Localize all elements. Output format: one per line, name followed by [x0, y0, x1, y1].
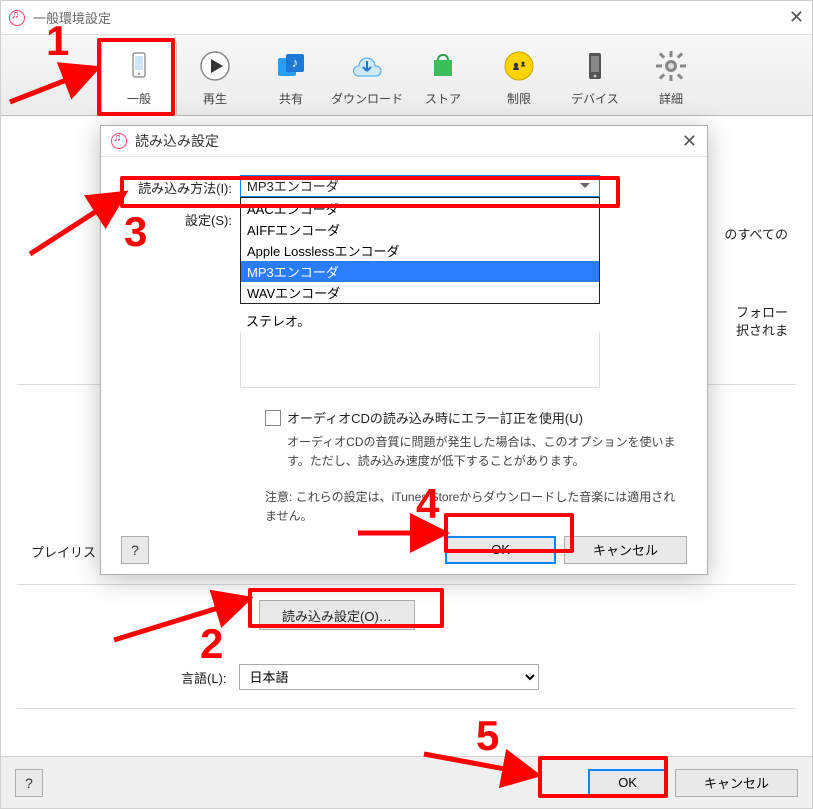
cancel-button[interactable]: キャンセル — [675, 769, 798, 797]
tab-playback-label: 再生 — [177, 90, 253, 107]
language-row: 言語(L): 日本語 — [181, 664, 539, 690]
window-close-button[interactable]: ✕ — [789, 7, 804, 28]
import-method-select-wrap: MP3エンコーダ AACエンコーダ AIFFエンコーダ Apple Lossle… — [240, 175, 683, 197]
main-footer: ? OK キャンセル — [1, 756, 812, 808]
import-method-label: 読み込み方法(I): — [125, 175, 240, 197]
tab-downloads[interactable]: ダウンロード — [329, 42, 405, 115]
encoder-option-aac[interactable]: AACエンコーダ — [241, 198, 599, 219]
dialog-title: 読み込み設定 — [135, 131, 219, 151]
divider — [17, 708, 796, 709]
window-title: 一般環境設定 — [33, 8, 111, 27]
import-method-row: 読み込み方法(I): MP3エンコーダ AACエンコーダ AIFFエンコーダ A… — [125, 175, 683, 197]
stereo-note: ステレオ。 — [240, 309, 600, 332]
tab-restrictions-label: 制限 — [481, 90, 557, 107]
tab-devices-label: デバイス — [557, 90, 633, 107]
tab-advanced-label: 詳細 — [633, 90, 709, 107]
tab-restrictions[interactable]: 制限 — [481, 42, 557, 115]
tab-sharing[interactable]: ♪ 共有 — [253, 42, 329, 115]
store-icon — [405, 46, 481, 86]
itunes-logo-icon — [9, 10, 25, 26]
error-correction-checkbox[interactable] — [265, 410, 281, 426]
divider — [17, 584, 796, 585]
bg-text: フォロー — [736, 302, 788, 321]
tab-advanced[interactable]: 詳細 — [633, 42, 709, 115]
store-note: 注意: これらの設定は、iTunes Storeからダウンロードした音楽には適用… — [265, 488, 683, 525]
dialog-close-button[interactable]: ✕ — [682, 131, 697, 152]
help-button[interactable]: ? — [15, 769, 43, 797]
dialog-footer: ? OK キャンセル — [101, 526, 707, 574]
dialog-body: 読み込み方法(I): MP3エンコーダ AACエンコーダ AIFFエンコーダ A… — [101, 157, 707, 525]
tab-downloads-label: ダウンロード — [329, 90, 405, 107]
tab-devices[interactable]: デバイス — [557, 42, 633, 115]
encoder-option-lossless[interactable]: Apple Losslessエンコーダ — [241, 240, 599, 261]
settings-label: 設定(S): — [125, 207, 240, 229]
encoder-option-aiff[interactable]: AIFFエンコーダ — [241, 219, 599, 240]
sharing-icon: ♪ — [253, 46, 329, 86]
encoder-option-mp3[interactable]: MP3エンコーダ — [241, 261, 599, 282]
ok-button[interactable]: OK — [588, 769, 667, 797]
tab-sharing-label: 共有 — [253, 90, 329, 107]
tab-general[interactable]: 一般 — [101, 41, 177, 116]
dialog-ok-button[interactable]: OK — [445, 536, 556, 564]
import-settings-button[interactable]: 読み込み設定(O)… — [259, 600, 415, 630]
bg-text: 択されま — [736, 320, 788, 339]
bg-text: のすべての — [724, 224, 788, 243]
dialog-help-button[interactable]: ? — [121, 536, 149, 564]
import-method-dropdown: AACエンコーダ AIFFエンコーダ Apple Losslessエンコーダ M… — [240, 197, 600, 304]
tab-store-label: ストア — [405, 90, 481, 107]
preferences-toolbar: 一般 再生 ♪ 共有 ダウンロード ストア — [1, 35, 812, 116]
stereo-box — [240, 332, 600, 388]
restrictions-icon — [481, 46, 557, 86]
device-icon — [557, 46, 633, 86]
error-correction-label: オーディオCDの読み込み時にエラー訂正を使用(U) — [287, 408, 583, 427]
import-method-select[interactable]: MP3エンコーダ — [240, 175, 600, 197]
tab-store[interactable]: ストア — [405, 42, 481, 115]
gear-icon — [633, 46, 709, 86]
download-icon — [329, 46, 405, 86]
tab-playback[interactable]: 再生 — [177, 42, 253, 115]
play-icon — [177, 46, 253, 86]
error-correction-note: オーディオCDの音質に問題が発生した場合は、このオプションを使います。ただし、読… — [287, 433, 683, 470]
general-icon — [102, 46, 176, 86]
language-label: 言語(L): — [181, 668, 227, 687]
titlebar: 一般環境設定 ✕ — [1, 1, 812, 35]
import-settings-dialog: 読み込み設定 ✕ 読み込み方法(I): MP3エンコーダ AACエンコーダ AI… — [100, 125, 708, 575]
itunes-logo-icon — [111, 133, 127, 149]
tab-general-label: 一般 — [102, 90, 176, 107]
encoder-option-wav[interactable]: WAVエンコーダ — [241, 282, 599, 303]
language-select[interactable]: 日本語 — [239, 664, 539, 690]
dialog-titlebar: 読み込み設定 ✕ — [101, 126, 707, 157]
svg-text:♪: ♪ — [292, 55, 299, 70]
playlist-label: プレイリスト — [31, 542, 109, 561]
dialog-cancel-button[interactable]: キャンセル — [564, 536, 687, 564]
error-correction-row: オーディオCDの読み込み時にエラー訂正を使用(U) — [265, 408, 683, 427]
